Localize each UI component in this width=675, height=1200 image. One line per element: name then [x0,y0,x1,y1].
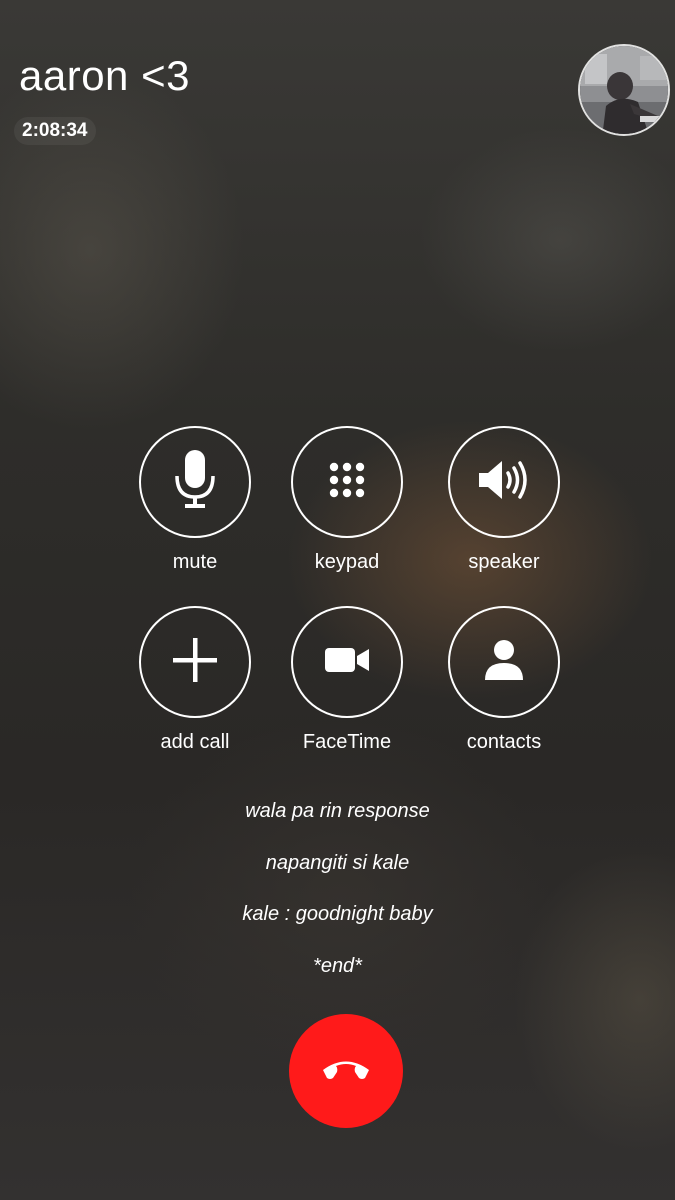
keypad-icon [329,462,365,503]
caller-name: aaron <3 [19,52,190,99]
contacts-label: contacts [466,731,542,753]
status-line: wala pa rin response [245,800,430,822]
video-camera-icon [324,646,370,679]
keypad-label: keypad [314,551,380,573]
contacts-button[interactable]: contacts [424,606,584,754]
status-line: kale : goodnight baby [242,903,433,925]
mute-button[interactable]: mute [115,426,275,574]
status-line: *end* [313,954,362,977]
mute-label: mute [172,551,218,573]
facetime-label: FaceTime [302,731,392,753]
plus-icon [172,637,218,688]
person-icon [483,639,525,686]
add-call-button[interactable]: add call [115,606,275,754]
facetime-button[interactable]: FaceTime [267,606,427,754]
speaker-button[interactable]: speaker [424,426,584,574]
microphone-icon [172,448,218,517]
phone-hangup-icon [321,1057,371,1086]
call-timer: 2:08:34 [14,117,96,145]
add-call-label: add call [160,731,230,753]
status-line: napangiti si kale [265,851,410,874]
status-text-block: wala pa rin response napangiti si kale k… [0,796,675,1002]
keypad-button[interactable]: keypad [267,426,427,574]
speaker-label: speaker [468,551,540,573]
caller-avatar [578,44,670,136]
end-call-button[interactable] [289,1014,403,1128]
speaker-icon [477,458,531,507]
